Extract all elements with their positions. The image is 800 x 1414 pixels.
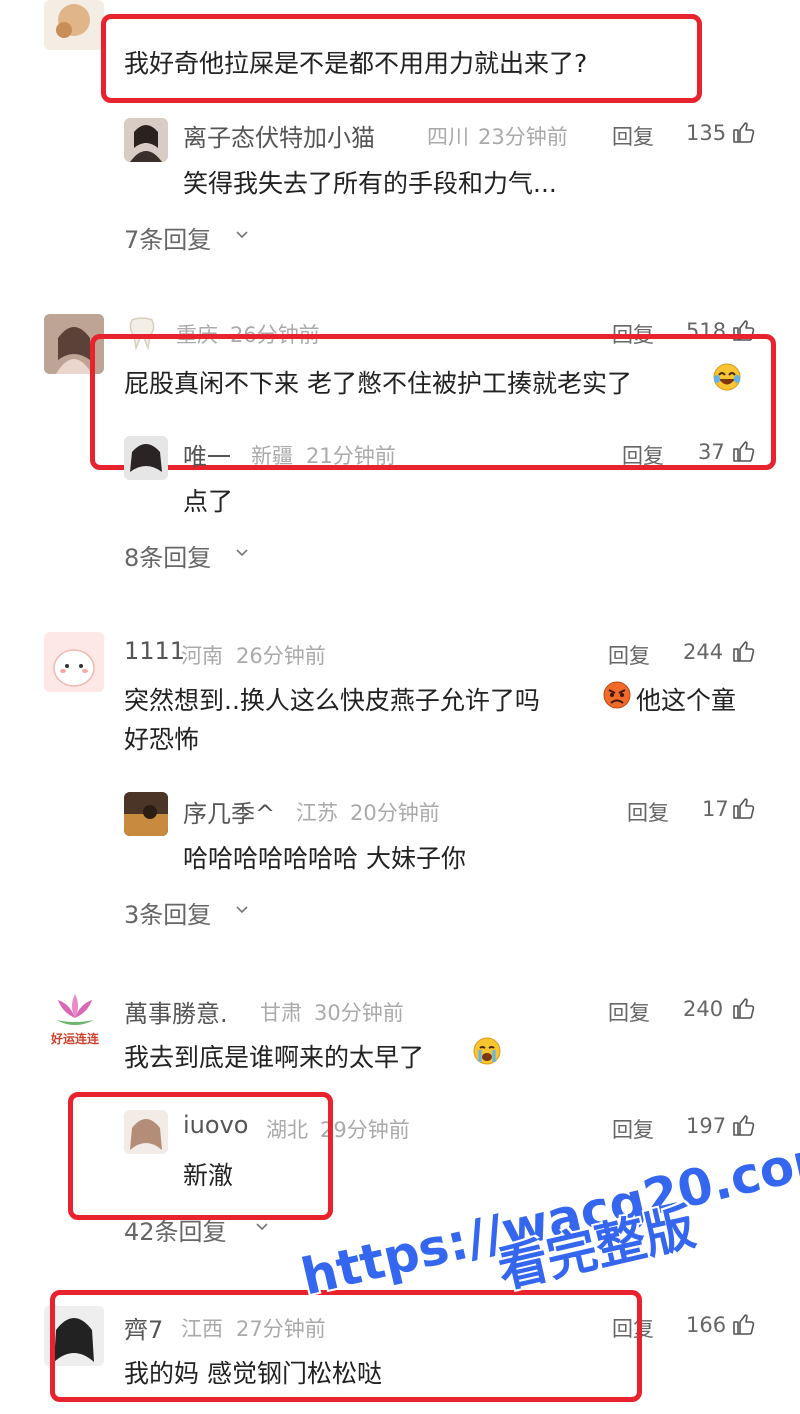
- comment-username[interactable]: 萬事勝意.: [124, 994, 228, 1029]
- reply-region: 江苏: [296, 801, 338, 825]
- more-replies-link[interactable]: 42条回复: [124, 1212, 227, 1247]
- like-count: 244: [683, 640, 724, 664]
- crying-face-emoji-icon: [473, 1037, 501, 1065]
- more-replies-link[interactable]: 8条回复: [124, 538, 211, 573]
- reply-button[interactable]: 回复: [627, 797, 669, 827]
- comment-text: 我去到底是谁啊来的太早了: [124, 1043, 425, 1072]
- reply-avatar[interactable]: [124, 118, 168, 162]
- reply-text: 哈哈哈哈哈哈哈 大妹子你: [183, 844, 466, 873]
- avatar[interactable]: [44, 0, 104, 50]
- thumbs-up-icon[interactable]: [732, 639, 756, 663]
- reply-avatar[interactable]: [124, 436, 168, 480]
- comment-time: 26分钟前: [236, 644, 326, 668]
- comment-region: 甘肃: [260, 1001, 302, 1025]
- avatar-image-icon: [124, 436, 168, 480]
- like-count: 135: [686, 121, 727, 145]
- comment-text-line1-end: 他这个童: [636, 686, 737, 715]
- avatar-image-icon: [56, 4, 90, 38]
- reply-time: 21分钟前: [306, 444, 396, 468]
- like-count: 37: [698, 440, 725, 464]
- avatar-image-icon: [124, 792, 168, 836]
- reply-region: 新疆: [251, 444, 293, 468]
- reply-time: 23分钟前: [478, 125, 568, 149]
- thumbs-up-icon[interactable]: [732, 1113, 756, 1137]
- reply-text: 点了: [183, 487, 234, 516]
- reply-button[interactable]: 回复: [612, 1114, 654, 1144]
- chevron-down-icon: [236, 549, 248, 557]
- highlight-box: [50, 1290, 642, 1402]
- reply-time: 29分钟前: [320, 1118, 410, 1142]
- comment-time: 30分钟前: [314, 1001, 404, 1025]
- reply-text: 笑得我失去了所有的手段和力气...: [183, 169, 557, 198]
- reply-button[interactable]: 回复: [608, 997, 650, 1027]
- chevron-down-icon: [256, 1223, 268, 1231]
- thumbs-up-icon[interactable]: [732, 796, 756, 820]
- avatar[interactable]: 好运连连: [44, 990, 106, 1052]
- like-count: 17: [702, 797, 729, 821]
- highlight-box: [68, 1092, 333, 1220]
- thumbs-up-icon[interactable]: [732, 439, 756, 463]
- avatar[interactable]: [44, 632, 104, 692]
- reply-region: 四川: [427, 125, 469, 149]
- like-count: 166: [686, 1313, 727, 1337]
- comment-text-line1: 突然想到..换人这么快皮燕子允许了吗: [124, 686, 540, 715]
- reply-button[interactable]: 回复: [622, 440, 664, 470]
- reply-username[interactable]: 序几季^: [183, 794, 275, 829]
- chevron-down-icon: [236, 231, 248, 239]
- thumbs-up-icon[interactable]: [732, 120, 756, 144]
- reply-avatar[interactable]: [124, 792, 168, 836]
- highlight-box: [101, 14, 702, 103]
- reply-button[interactable]: 回复: [608, 640, 650, 670]
- reply-time: 20分钟前: [350, 801, 440, 825]
- avatar-image-icon: [44, 632, 104, 692]
- thumbs-up-icon[interactable]: [732, 996, 756, 1020]
- avatar-image-icon: [124, 118, 168, 162]
- reply-button[interactable]: 回复: [612, 121, 654, 151]
- reply-username[interactable]: 唯一: [183, 437, 231, 472]
- comment-username[interactable]: 1111: [124, 637, 185, 665]
- avatar-caption: 好运连连: [50, 1032, 99, 1046]
- like-count: 240: [683, 997, 724, 1021]
- reply-username[interactable]: 离子态伏特加小猫: [183, 118, 375, 153]
- thumbs-up-icon[interactable]: [732, 1312, 756, 1336]
- comment-text-line2: 好恐怖: [124, 725, 200, 754]
- like-count: 197: [686, 1114, 727, 1138]
- more-replies-link[interactable]: 7条回复: [124, 220, 211, 255]
- more-replies-link[interactable]: 3条回复: [124, 895, 211, 930]
- angry-face-emoji-icon: [603, 681, 631, 709]
- chevron-down-icon: [236, 906, 248, 914]
- comment-region: 河南: [181, 644, 223, 668]
